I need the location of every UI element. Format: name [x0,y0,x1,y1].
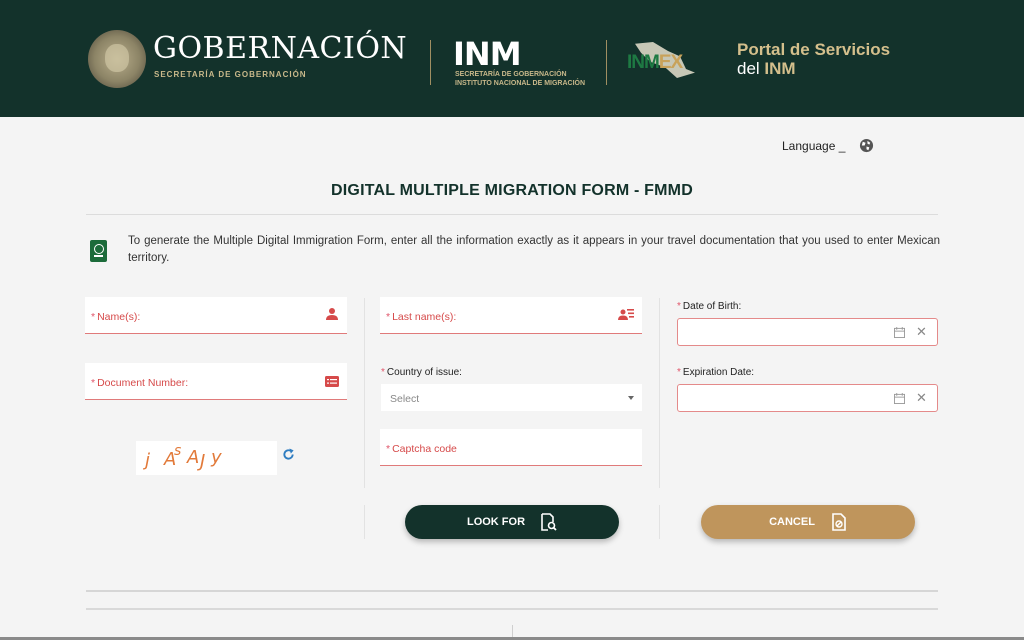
captcha-char: y [211,447,222,468]
country-of-issue-select[interactable]: Select [381,384,642,411]
required-mark: * [91,377,96,389]
inmex-logo[interactable]: INMEX [627,42,702,82]
name-input[interactable]: * Name(s): [85,297,347,334]
document-number-input[interactable]: * Document Number: [85,363,347,400]
header-divider [430,40,431,85]
captcha-code-label-text: Captcha code [392,443,457,455]
gobernacion-logo-subtitle: SECRETARÍA DE GOBERNACIÓN [154,70,307,79]
section-divider [86,590,938,592]
portal-title-line1: Portal de Servicios [737,40,891,59]
cancel-label: CANCEL [769,516,815,528]
column-divider [659,505,660,539]
required-mark: * [386,311,391,323]
portal-title-inm: INM [764,59,796,78]
last-name-label: * Last name(s): [386,311,456,323]
column-divider [364,298,365,488]
passport-icon [90,240,107,262]
look-for-label: LOOK FOR [466,516,526,528]
document-number-label-text: Document Number: [97,377,189,389]
chevron-down-icon[interactable] [628,396,634,400]
look-for-button[interactable]: LOOK FOR [405,505,619,539]
national-seal-icon [88,30,146,88]
language-selector[interactable]: Language _ [782,138,874,153]
last-name-input[interactable]: * Last name(s): [380,297,642,334]
page-title: DIGITAL MULTIPLE MIGRATION FORM - FMMD [331,182,693,199]
portal-title-line2: del INM [737,59,890,78]
column-divider [659,298,660,488]
inm-logo-subtitle: SECRETARÍA DE GOBERNACIÓN INSTITUTO NACI… [455,70,585,88]
name-label: * Name(s): [91,311,140,323]
portal-title-prefix: del [737,59,760,78]
gobernacion-logo-title[interactable]: GOBERNACIÓN [153,31,407,66]
clear-icon[interactable]: ✕ [916,391,928,405]
site-header: GOBERNACIÓN SECRETARÍA DE GOBERNACIÓN IN… [0,0,1024,117]
inm-logo[interactable]: INM [453,35,522,73]
country-select-placeholder: Select [390,393,420,405]
expiration-date-label-text: Expiration Date: [682,367,755,378]
date-of-birth-input[interactable]: ✕ [677,318,938,346]
cancel-button[interactable]: CANCEL [701,505,915,539]
section-divider [86,608,938,610]
clear-icon[interactable]: ✕ [916,325,928,339]
required-mark: * [386,443,391,455]
inm-subtitle-line1: SECRETARÍA DE GOBERNACIÓN [455,71,567,78]
column-divider [512,625,513,637]
date-of-birth-label-text: Date of Birth: [682,301,742,312]
calendar-icon[interactable] [894,393,905,404]
user-list-icon [618,309,634,320]
required-mark: * [677,367,681,378]
country-of-issue-label: * Country of issue: [381,367,462,378]
inmex-green-text: INM [627,52,660,73]
date-of-birth-label: * Date of Birth: [677,301,741,312]
portal-title: Portal de Servicios del INM [737,40,890,78]
user-icon [326,308,338,320]
captcha-char: J [200,451,206,472]
language-label[interactable]: Language _ [782,139,845,153]
refresh-icon[interactable] [282,448,295,461]
captcha-image: j A s A J y [136,441,277,475]
required-mark: * [91,311,96,323]
required-mark: * [677,301,681,312]
last-name-label-text: Last name(s): [392,311,457,323]
name-label-text: Name(s): [97,311,141,323]
required-mark: * [381,367,385,378]
calendar-icon[interactable] [894,327,905,338]
captcha-code-input[interactable]: * Captcha code [380,429,642,466]
document-search-icon [541,513,557,531]
inmex-gold-text: EX [658,52,683,73]
captcha-char: j [145,450,151,471]
expiration-date-input[interactable]: ✕ [677,384,938,412]
header-divider [606,40,607,85]
captcha-char: A [187,447,200,468]
expiration-date-label: * Expiration Date: [677,367,754,378]
inmex-logo-text: INMEX [627,52,683,74]
captcha-code-label: * Captcha code [386,443,457,455]
document-cancel-icon [832,513,846,531]
captcha-char: s [174,443,182,459]
title-divider [86,214,938,215]
column-divider [364,505,365,539]
country-of-issue-label-text: Country of issue: [386,367,462,378]
inm-subtitle-line2: INSTITUTO NACIONAL DE MIGRACIÓN [455,80,586,87]
globe-icon[interactable] [859,138,874,153]
instructions-text: To generate the Multiple Digital Immigra… [128,235,940,264]
document-number-label: * Document Number: [91,377,188,389]
id-card-icon [325,376,339,387]
